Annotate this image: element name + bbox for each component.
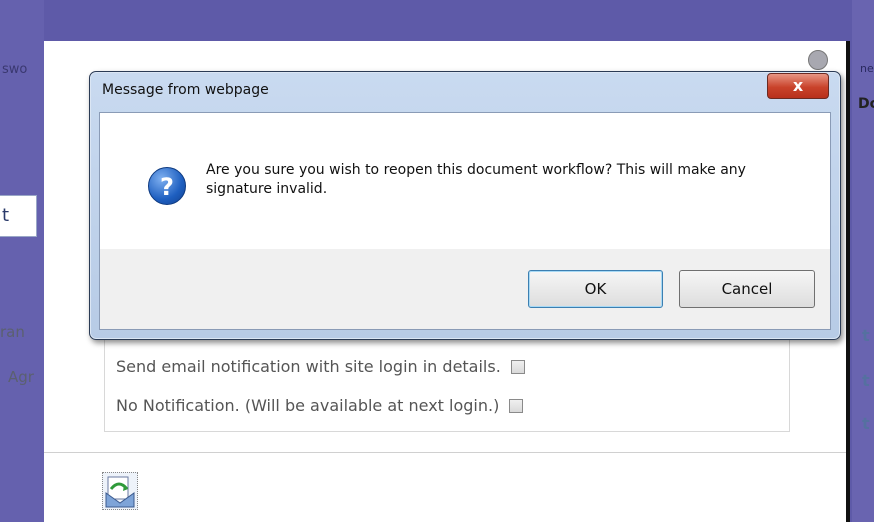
background-tab[interactable]: t bbox=[0, 195, 37, 237]
background-partial-label: ran bbox=[0, 323, 25, 341]
notification-option: No Notification. (Will be available at n… bbox=[116, 396, 524, 415]
notification-option-label: Send email notification with site login … bbox=[116, 357, 501, 376]
dialog-message: Are you sure you wish to reopen this doc… bbox=[206, 162, 746, 197]
background-partial-mark: t bbox=[862, 326, 870, 345]
background-partial-mark: t bbox=[862, 371, 870, 390]
modal-close-icon[interactable] bbox=[808, 50, 828, 70]
background-partial-text: Dc bbox=[858, 96, 874, 112]
background-partial-mark: t bbox=[862, 414, 870, 433]
dialog-body: ? Are you sure you wish to reopen this d… bbox=[99, 112, 831, 330]
divider bbox=[44, 452, 846, 453]
email-notification-checkbox[interactable] bbox=[510, 359, 525, 374]
cancel-button[interactable]: Cancel bbox=[679, 270, 815, 308]
no-notification-checkbox[interactable] bbox=[509, 398, 524, 413]
notification-option-label: No Notification. (Will be available at n… bbox=[116, 396, 500, 415]
dialog-close-button[interactable]: x bbox=[767, 73, 829, 99]
message-dialog: Message from webpage x ? Are you sure yo… bbox=[89, 71, 841, 340]
background-partial-text: swo bbox=[2, 62, 28, 77]
background-partial-text: ne bbox=[860, 62, 874, 75]
send-document-icon[interactable] bbox=[102, 472, 138, 510]
notification-option: Send email notification with site login … bbox=[116, 357, 525, 376]
dialog-message-area: ? Are you sure you wish to reopen this d… bbox=[100, 113, 830, 249]
background-right-panel bbox=[852, 0, 874, 522]
background-partial-label: Agr bbox=[8, 368, 34, 386]
background-left-panel bbox=[0, 0, 44, 522]
dialog-title: Message from webpage bbox=[102, 82, 269, 98]
question-icon: ? bbox=[148, 167, 186, 205]
ok-button[interactable]: OK bbox=[528, 270, 663, 308]
